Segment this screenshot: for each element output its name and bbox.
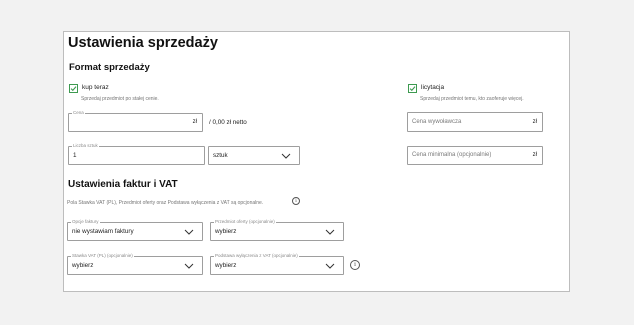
chevron-down-icon: [184, 263, 194, 269]
offer-subject-value: wybierz: [215, 228, 237, 235]
quantity-input-value[interactable]: 1: [73, 152, 77, 159]
buy-now-checkbox[interactable]: [69, 84, 78, 93]
auction-label[interactable]: licytacja: [421, 84, 444, 91]
price-field-label: Cena: [72, 110, 85, 116]
starting-price-currency: zł: [532, 119, 537, 125]
minimum-price-currency: zł: [532, 152, 537, 158]
offer-subject-select[interactable]: Przedmiot oferty (opcjonalnie) wybierz: [210, 219, 344, 241]
offer-subject-label: Przedmiot oferty (opcjonalnie): [214, 219, 276, 225]
info-icon[interactable]: i: [292, 197, 300, 205]
invoice-settings-heading: Ustawienia faktur i VAT: [68, 179, 178, 190]
auction-checkbox[interactable]: [408, 84, 417, 93]
vat-rate-value: wybierz: [72, 262, 94, 269]
chevron-down-icon: [184, 229, 194, 235]
sales-settings-card: Ustawienia sprzedaży Format sprzedaży ku…: [63, 31, 570, 292]
chevron-down-icon: [325, 263, 335, 269]
starting-price-placeholder: Cena wywoławcza: [412, 119, 462, 125]
auction-hint: Sprzedaj przedmiot temu, kto zaoferuje w…: [420, 96, 524, 102]
minimum-price-field[interactable]: Cena minimalna (opcjonalnie) zł: [407, 146, 543, 165]
vat-exemption-info-icon[interactable]: i: [350, 260, 360, 270]
vat-exemption-select[interactable]: Podstawa wyłączenia z VAT (opcjonalnie) …: [210, 253, 344, 275]
vat-rate-select[interactable]: Stawka VAT (PL) (opcjonalnie) wybierz: [67, 253, 203, 275]
buy-now-hint: Sprzedaj przedmiot po stałej cenie.: [81, 96, 159, 102]
vat-rate-label: Stawka VAT (PL) (opcjonalnie): [71, 253, 134, 259]
minimum-price-placeholder: Cena minimalna (opcjonalnie): [412, 152, 492, 158]
price-field[interactable]: Cena zł: [68, 110, 203, 132]
buy-now-label[interactable]: kup teraz: [82, 84, 109, 91]
invoice-options-label: Opcje faktury: [71, 219, 100, 225]
quantity-unit-value: sztuk: [213, 152, 228, 159]
chevron-down-icon: [325, 229, 335, 235]
invoice-settings-description: Pola Stawka VAT (PL), Przedmiot oferty o…: [67, 200, 264, 206]
sales-format-heading: Format sprzedaży: [69, 62, 150, 73]
quantity-field-label: Liczba sztuk: [72, 143, 99, 149]
checkmark-icon: [409, 86, 416, 92]
price-net-note: / 0,00 zł netto: [209, 119, 247, 126]
vat-exemption-label: Podstawa wyłączenia z VAT (opcjonalnie): [214, 253, 299, 259]
quantity-unit-select[interactable]: sztuk: [208, 146, 300, 165]
page-title: Ustawienia sprzedaży: [68, 35, 218, 51]
invoice-options-select[interactable]: Opcje faktury nie wystawiam faktury: [67, 219, 203, 241]
quantity-field[interactable]: Liczba sztuk 1: [68, 143, 205, 165]
starting-price-field[interactable]: Cena wywoławcza zł: [407, 112, 543, 132]
invoice-options-value: nie wystawiam faktury: [72, 228, 134, 235]
price-currency: zł: [192, 119, 197, 125]
checkmark-icon: [70, 86, 77, 92]
chevron-down-icon: [281, 153, 291, 159]
vat-exemption-value: wybierz: [215, 262, 237, 269]
